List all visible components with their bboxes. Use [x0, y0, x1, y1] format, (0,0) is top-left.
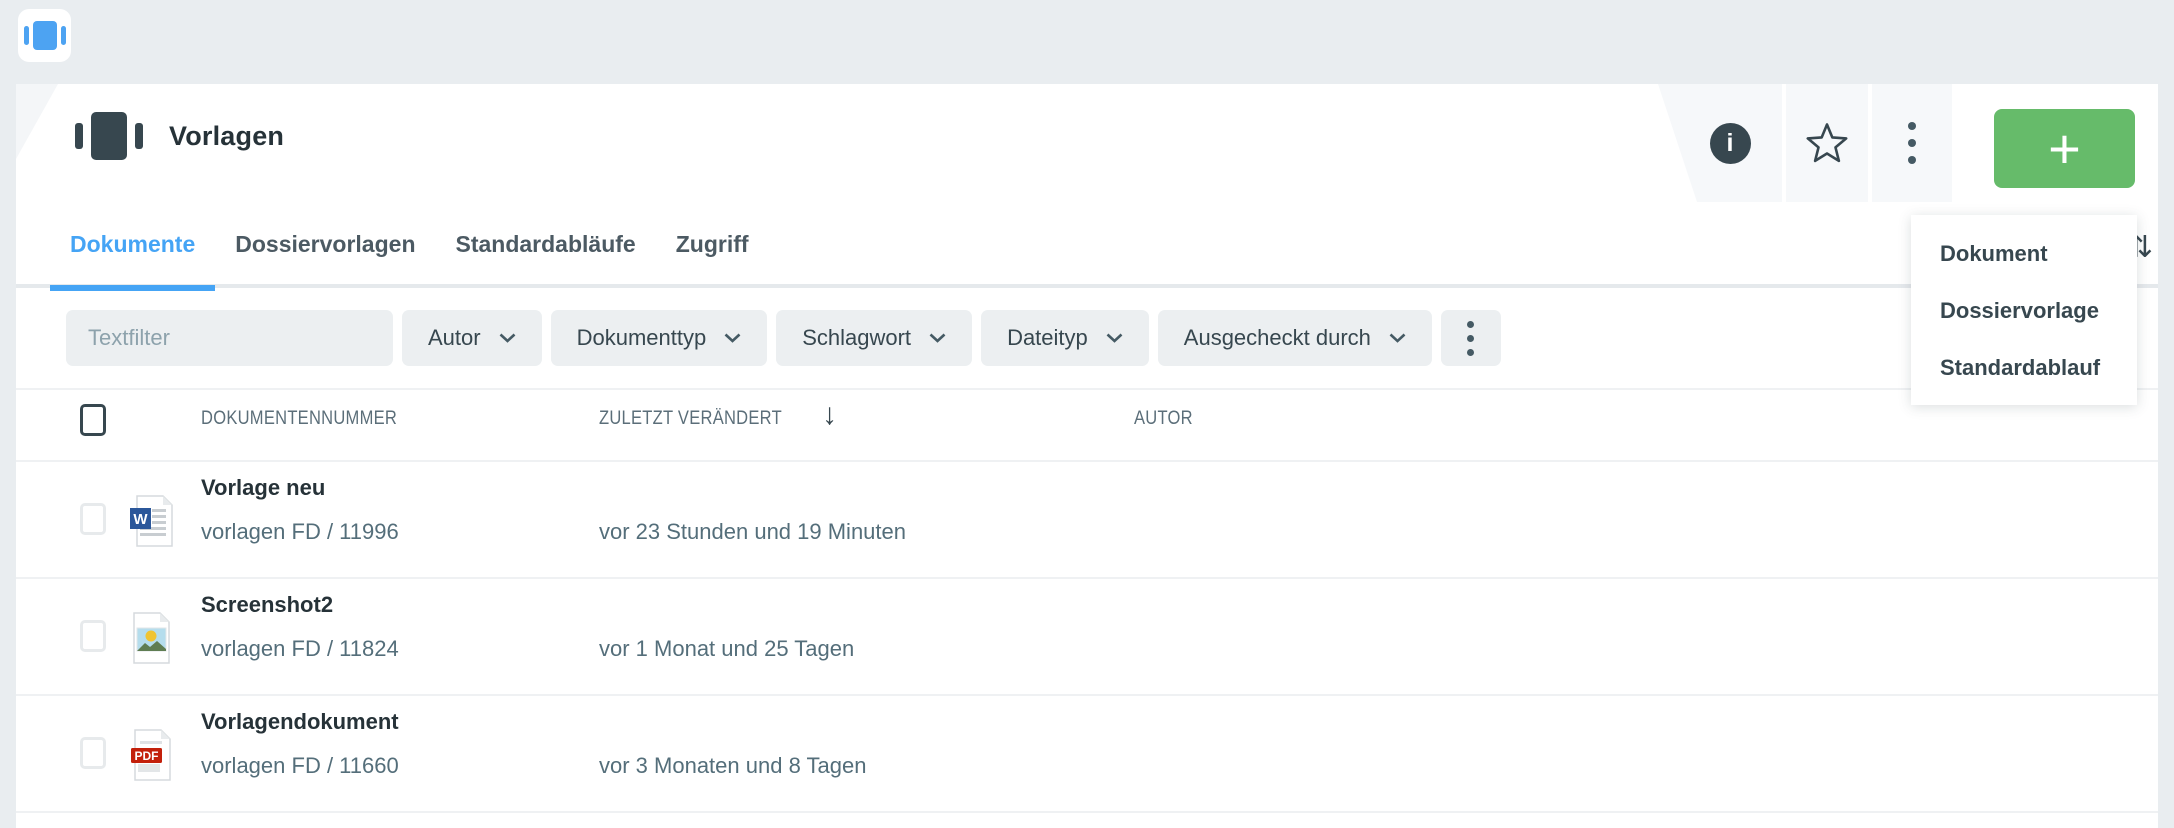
- info-button[interactable]: i: [1658, 84, 1782, 202]
- row-checkbox[interactable]: [80, 620, 106, 652]
- menu-item-dossiervorlage[interactable]: Dossiervorlage: [1911, 282, 2137, 339]
- word-file-icon: W: [128, 494, 174, 548]
- text-filter-input[interactable]: [66, 310, 393, 366]
- tab-bar: Dokumente Dossiervorlagen Standardabläuf…: [50, 202, 769, 286]
- column-header-dokumentennummer[interactable]: DOKUMENTENNUMMER: [201, 408, 397, 430]
- star-icon: [1804, 121, 1850, 165]
- document-number: vorlagen FD / 11996: [201, 519, 399, 545]
- plus-icon: +: [2048, 114, 2081, 184]
- document-modified: vor 1 Monat und 25 Tagen: [599, 636, 854, 662]
- page-header: Vorlagen: [75, 112, 284, 160]
- svg-text:PDF: PDF: [135, 749, 159, 763]
- add-button[interactable]: +: [1994, 109, 2135, 188]
- chevron-down-icon: [1389, 333, 1406, 343]
- row-checkbox[interactable]: [80, 737, 106, 769]
- document-title: Screenshot2: [201, 592, 333, 618]
- filter-autor[interactable]: Autor: [402, 310, 542, 366]
- table-row[interactable]: PDF Vorlagendokument vorlagen FD / 11660…: [16, 696, 2158, 813]
- filter-schlagwort[interactable]: Schlagwort: [776, 310, 972, 366]
- app-magnet-icon: [24, 21, 66, 50]
- document-number: vorlagen FD / 11824: [201, 636, 399, 662]
- document-title: Vorlage neu: [201, 475, 325, 501]
- row-checkbox[interactable]: [80, 503, 106, 535]
- document-title: Vorlagendokument: [201, 709, 399, 735]
- main-panel: Vorlagen i + Dokumente Dossiervorlagen S…: [16, 84, 2158, 828]
- table-row[interactable]: W Vorlage neu vorlagen FD / 11996 vor 23…: [16, 462, 2158, 579]
- svg-text:W: W: [133, 511, 148, 528]
- table-row[interactable]: Screenshot2 vorlagen FD / 11824 vor 1 Mo…: [16, 579, 2158, 696]
- tab-standardablaeufe[interactable]: Standardabläufe: [436, 202, 656, 286]
- tab-dossiervorlagen[interactable]: Dossiervorlagen: [215, 202, 435, 286]
- chevron-down-icon: [724, 333, 741, 343]
- sort-desc-icon: ↓: [822, 398, 837, 432]
- document-number: vorlagen FD / 11660: [201, 753, 399, 779]
- group-magnet-icon: [75, 112, 143, 160]
- filter-dateityp[interactable]: Dateityp: [981, 310, 1149, 366]
- info-icon: i: [1710, 123, 1751, 164]
- chevron-down-icon: [929, 333, 946, 343]
- tabs-divider: [16, 284, 2158, 288]
- corner-wedge: [16, 84, 58, 159]
- pdf-file-icon: PDF: [128, 728, 174, 782]
- filter-dokumenttyp[interactable]: Dokumenttyp: [551, 310, 768, 366]
- more-filters-button[interactable]: [1441, 310, 1501, 366]
- tab-zugriff[interactable]: Zugriff: [656, 202, 769, 286]
- image-file-icon: [128, 611, 174, 665]
- favorite-button[interactable]: [1786, 84, 1868, 202]
- kebab-icon: [1908, 122, 1916, 164]
- kebab-icon: [1467, 321, 1474, 356]
- chevron-down-icon: [1106, 333, 1123, 343]
- page-title: Vorlagen: [169, 121, 284, 152]
- select-all-checkbox[interactable]: [80, 404, 106, 436]
- more-options-button[interactable]: [1872, 84, 1952, 202]
- filter-ausgecheckt-durch[interactable]: Ausgecheckt durch: [1158, 310, 1432, 366]
- filter-bar: Autor Dokumenttyp Schlagwort Dateityp Au…: [66, 310, 1501, 366]
- chevron-down-icon: [499, 333, 516, 343]
- menu-item-dokument[interactable]: Dokument: [1911, 225, 2137, 282]
- filter-divider: [16, 388, 2158, 390]
- document-list: W Vorlage neu vorlagen FD / 11996 vor 23…: [16, 462, 2158, 813]
- column-header-autor[interactable]: AUTOR: [1134, 408, 1193, 430]
- document-modified: vor 3 Monaten und 8 Tagen: [599, 753, 866, 779]
- create-menu: Dokument Dossiervorlage Standardablauf: [1911, 215, 2137, 405]
- app-launcher-button[interactable]: [18, 9, 71, 62]
- column-header-zuletzt-veraendert[interactable]: ZULETZT VERÄNDERT: [599, 408, 782, 430]
- tab-dokumente[interactable]: Dokumente: [50, 202, 215, 286]
- menu-item-standardablauf[interactable]: Standardablauf: [1911, 339, 2137, 396]
- document-modified: vor 23 Stunden und 19 Minuten: [599, 519, 906, 545]
